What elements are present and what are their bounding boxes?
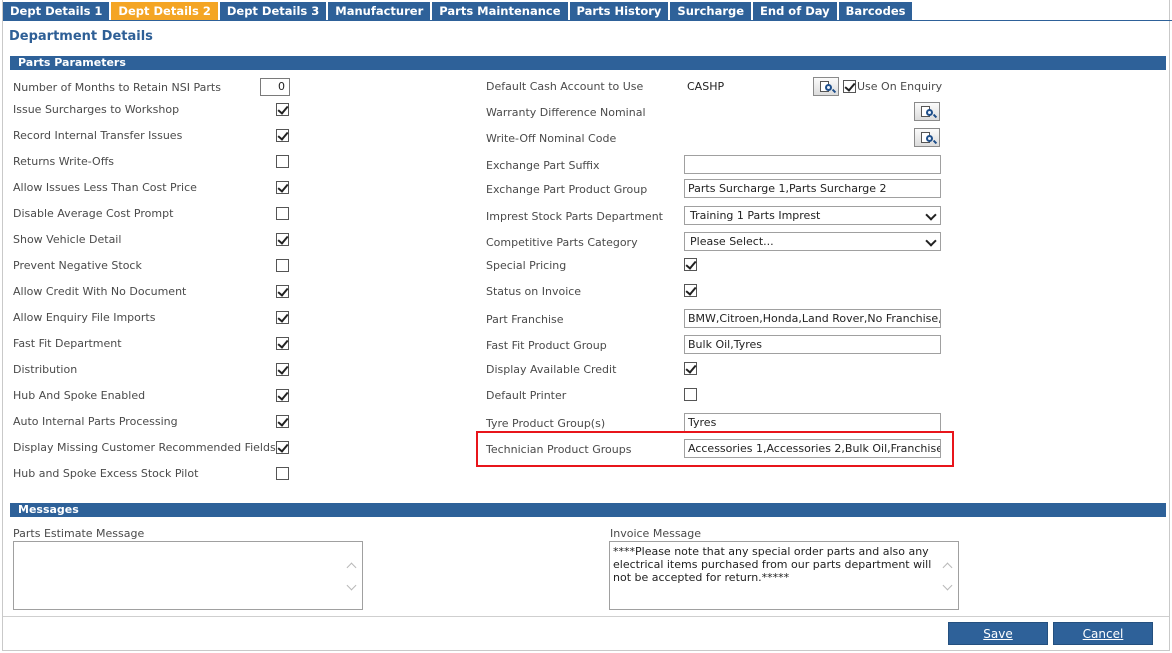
left-check-label: Show Vehicle Detail (13, 233, 122, 246)
special-pricing-checkbox[interactable] (684, 258, 697, 271)
left-checkbox[interactable] (276, 337, 289, 350)
scroll-up-icon[interactable] (346, 562, 357, 573)
estimate-message-label: Parts Estimate Message (13, 527, 145, 540)
left-check-label: Auto Internal Parts Processing (13, 415, 178, 428)
display-credit-checkbox[interactable] (684, 362, 697, 375)
left-check-label: Distribution (13, 363, 78, 376)
imprest-department-label: Imprest Stock Parts Department (486, 210, 663, 223)
left-check-label: Allow Credit With No Document (13, 285, 187, 298)
part-franchise-input[interactable]: BMW,Citroen,Honda,Land Rover,No Franchis… (684, 309, 941, 328)
left-check-label: Display Missing Customer Recommended Fie… (13, 441, 276, 454)
left-check-label: Fast Fit Department (13, 337, 122, 350)
scroll-up-icon[interactable] (942, 562, 953, 573)
left-checkbox[interactable] (276, 103, 289, 116)
competitive-category-select[interactable]: Please Select... (684, 232, 941, 251)
scroll-down-icon[interactable] (346, 580, 357, 591)
imprest-department-select[interactable]: Training 1 Parts Imprest (684, 206, 941, 225)
status-invoice-checkbox[interactable] (684, 284, 697, 297)
exchange-group-input[interactable]: Parts Surcharge 1,Parts Surcharge 2 (684, 179, 941, 198)
save-button[interactable]: Save (948, 622, 1048, 645)
scroll-down-icon[interactable] (942, 580, 953, 591)
left-checkbox[interactable] (276, 441, 289, 454)
page-title: Department Details (9, 29, 153, 44)
use-on-enquiry-checkbox[interactable] (843, 80, 856, 93)
cash-account-lookup-button[interactable] (813, 77, 839, 96)
left-check-label: Allow Enquiry File Imports (13, 311, 156, 324)
left-checkbox[interactable] (276, 155, 289, 168)
tab-dept-details-3[interactable]: Dept Details 3 (219, 2, 327, 21)
invoice-message-label: Invoice Message (610, 527, 702, 540)
left-checkbox[interactable] (276, 233, 289, 246)
competitive-category-value: Please Select... (690, 235, 774, 248)
imprest-department-value: Training 1 Parts Imprest (690, 209, 821, 222)
cash-account-value: CASHP (687, 80, 725, 93)
cancel-button[interactable]: Cancel (1053, 622, 1153, 645)
left-checkbox[interactable] (276, 285, 289, 298)
special-pricing-label: Special Pricing (486, 259, 567, 272)
tab-barcodes[interactable]: Barcodes (838, 2, 913, 21)
left-check-label: Hub And Spoke Enabled (13, 389, 146, 402)
tab-bar: Dept Details 1 Dept Details 2 Dept Detai… (3, 2, 914, 21)
tab-surcharge[interactable]: Surcharge (670, 2, 752, 21)
tab-parts-maintenance[interactable]: Parts Maintenance (432, 2, 568, 21)
invoice-message-textarea[interactable]: ****Please note that any special order p… (609, 541, 959, 610)
writeoff-nominal-label: Write-Off Nominal Code (486, 132, 617, 145)
default-printer-label: Default Printer (486, 389, 567, 402)
writeoff-nominal-lookup-button[interactable] (914, 128, 940, 147)
months-retain-label: Number of Months to Retain NSI Parts (13, 81, 221, 94)
left-check-label: Hub and Spoke Excess Stock Pilot (13, 467, 199, 480)
left-check-label: Issue Surcharges to Workshop (13, 103, 180, 116)
left-check-label: Record Internal Transfer Issues (13, 129, 183, 142)
left-checkbox[interactable] (276, 259, 289, 272)
tab-end-of-day[interactable]: End of Day (753, 2, 837, 21)
technician-groups-input[interactable]: Accessories 1,Accessories 2,Bulk Oil,Fra… (684, 439, 941, 458)
status-invoice-label: Status on Invoice (486, 285, 582, 298)
left-checkbox[interactable] (276, 129, 289, 142)
tab-dept-details-2[interactable]: Dept Details 2 (111, 2, 218, 21)
tyre-group-input[interactable]: Tyres (684, 413, 941, 432)
chevron-down-icon (925, 209, 937, 221)
tyre-group-label: Tyre Product Group(s) (486, 417, 606, 430)
invoice-message-text: ****Please note that any special order p… (613, 545, 932, 584)
left-check-label: Returns Write-Offs (13, 155, 115, 168)
left-checkbox[interactable] (276, 363, 289, 376)
left-checkbox[interactable] (276, 207, 289, 220)
warranty-nominal-label: Warranty Difference Nominal (486, 106, 646, 119)
exchange-group-label: Exchange Part Product Group (486, 183, 648, 196)
exchange-suffix-input[interactable] (684, 155, 941, 174)
competitive-category-label: Competitive Parts Category (486, 236, 638, 249)
tab-underline (3, 20, 1172, 21)
exchange-suffix-label: Exchange Part Suffix (486, 159, 600, 172)
chevron-down-icon (925, 235, 937, 247)
estimate-message-textarea[interactable] (13, 541, 363, 610)
left-checkbox[interactable] (276, 311, 289, 324)
default-printer-checkbox[interactable] (684, 388, 697, 401)
part-franchise-label: Part Franchise (486, 313, 564, 326)
left-check-label: Disable Average Cost Prompt (13, 207, 174, 220)
fastfit-group-label: Fast Fit Product Group (486, 339, 607, 352)
warranty-nominal-lookup-button[interactable] (914, 102, 940, 121)
technician-groups-label: Technician Product Groups (486, 443, 632, 456)
display-credit-label: Display Available Credit (486, 363, 617, 376)
section-header-messages: Messages (10, 503, 1166, 517)
tab-manufacturer[interactable]: Manufacturer (328, 2, 431, 21)
left-checkbox[interactable] (276, 181, 289, 194)
tab-dept-details-1[interactable]: Dept Details 1 (3, 2, 110, 21)
cash-account-label: Default Cash Account to Use (486, 80, 644, 93)
tab-parts-history[interactable]: Parts History (569, 2, 669, 21)
footer-divider (3, 616, 1169, 617)
months-retain-input[interactable]: 0 (260, 78, 290, 96)
section-header-parts-parameters: Parts Parameters (10, 56, 1166, 70)
fastfit-group-input[interactable]: Bulk Oil,Tyres (684, 335, 941, 354)
left-checkbox[interactable] (276, 389, 289, 402)
left-checkbox[interactable] (276, 467, 289, 480)
left-check-label: Prevent Negative Stock (13, 259, 142, 272)
left-check-label: Allow Issues Less Than Cost Price (13, 181, 197, 194)
left-checkbox[interactable] (276, 415, 289, 428)
use-on-enquiry-label: Use On Enquiry (857, 80, 943, 93)
